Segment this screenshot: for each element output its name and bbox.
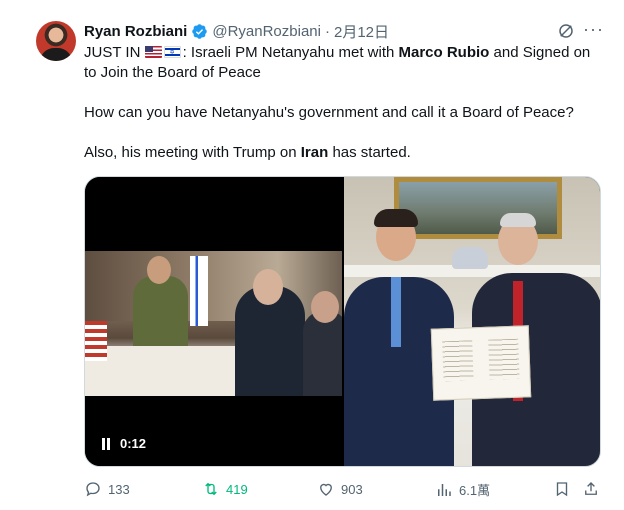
tweet-header: Ryan Rozbiani @RyanRozbiani · 2月12日 bbox=[84, 21, 389, 41]
author-name[interactable]: Ryan Rozbiani bbox=[84, 23, 187, 40]
signed-document bbox=[430, 325, 532, 401]
media-grid: 0:12 bbox=[84, 176, 601, 467]
text-bold-rubio: Marco Rubio bbox=[398, 44, 490, 61]
avatar[interactable] bbox=[36, 21, 76, 61]
like-button[interactable]: 903 bbox=[317, 480, 363, 498]
bookmark-button[interactable] bbox=[553, 480, 571, 498]
separator: · bbox=[324, 22, 330, 40]
paragraph-2: How can you have Netanyahu's government … bbox=[84, 104, 574, 121]
author-handle[interactable]: @RyanRozbiani bbox=[212, 23, 321, 40]
retweet-button[interactable]: 419 bbox=[202, 480, 248, 498]
video-player[interactable]: 0:12 bbox=[85, 177, 342, 466]
share-button[interactable] bbox=[582, 480, 600, 498]
video-time: 0:12 bbox=[120, 436, 147, 451]
text-segment: has started. bbox=[328, 144, 411, 161]
views-icon bbox=[438, 483, 451, 496]
retweet-count: 419 bbox=[226, 481, 248, 497]
us-flag-icon bbox=[144, 46, 162, 58]
views-count: 6.1萬 bbox=[459, 483, 491, 498]
text-segment: : Israeli PM Netanyahu met with bbox=[182, 44, 399, 61]
video-controls[interactable]: 0:12 bbox=[101, 436, 146, 451]
grok-icon[interactable] bbox=[557, 22, 575, 40]
retweet-icon bbox=[205, 482, 217, 496]
tweet[interactable]: Ryan Rozbiani @RyanRozbiani · 2月12日 ··· … bbox=[0, 0, 624, 510]
views-button[interactable]: 6.1萬 bbox=[435, 480, 490, 499]
text-just-in: JUST IN bbox=[84, 44, 145, 61]
video-thumbnail[interactable] bbox=[85, 251, 342, 396]
like-count: 903 bbox=[341, 481, 363, 497]
reply-button[interactable]: 133 bbox=[84, 480, 130, 498]
reply-icon bbox=[86, 482, 100, 497]
more-icon[interactable]: ··· bbox=[583, 20, 603, 40]
photo[interactable] bbox=[344, 177, 600, 466]
share-icon bbox=[585, 482, 597, 495]
verified-badge-icon[interactable] bbox=[191, 23, 208, 40]
israel-flag-icon: ✡ bbox=[163, 46, 181, 58]
text-segment: Also, his meeting with Trump on bbox=[84, 144, 301, 161]
bookmark-icon bbox=[556, 482, 568, 497]
like-icon bbox=[320, 483, 332, 496]
tweet-text: JUST IN ✡: Israeli PM Netanyahu met with… bbox=[84, 43, 604, 183]
paragraph-3: Also, his meeting with Trump on Iran has… bbox=[84, 143, 604, 163]
pause-icon[interactable] bbox=[101, 437, 111, 450]
reply-count: 133 bbox=[108, 481, 130, 497]
post-date[interactable]: 2月12日 bbox=[334, 21, 389, 42]
text-bold-iran: Iran bbox=[300, 144, 329, 161]
action-bar: 133 419 903 6.1萬 bbox=[84, 480, 604, 500]
paragraph-1: JUST IN ✡: Israeli PM Netanyahu met with… bbox=[84, 43, 604, 83]
